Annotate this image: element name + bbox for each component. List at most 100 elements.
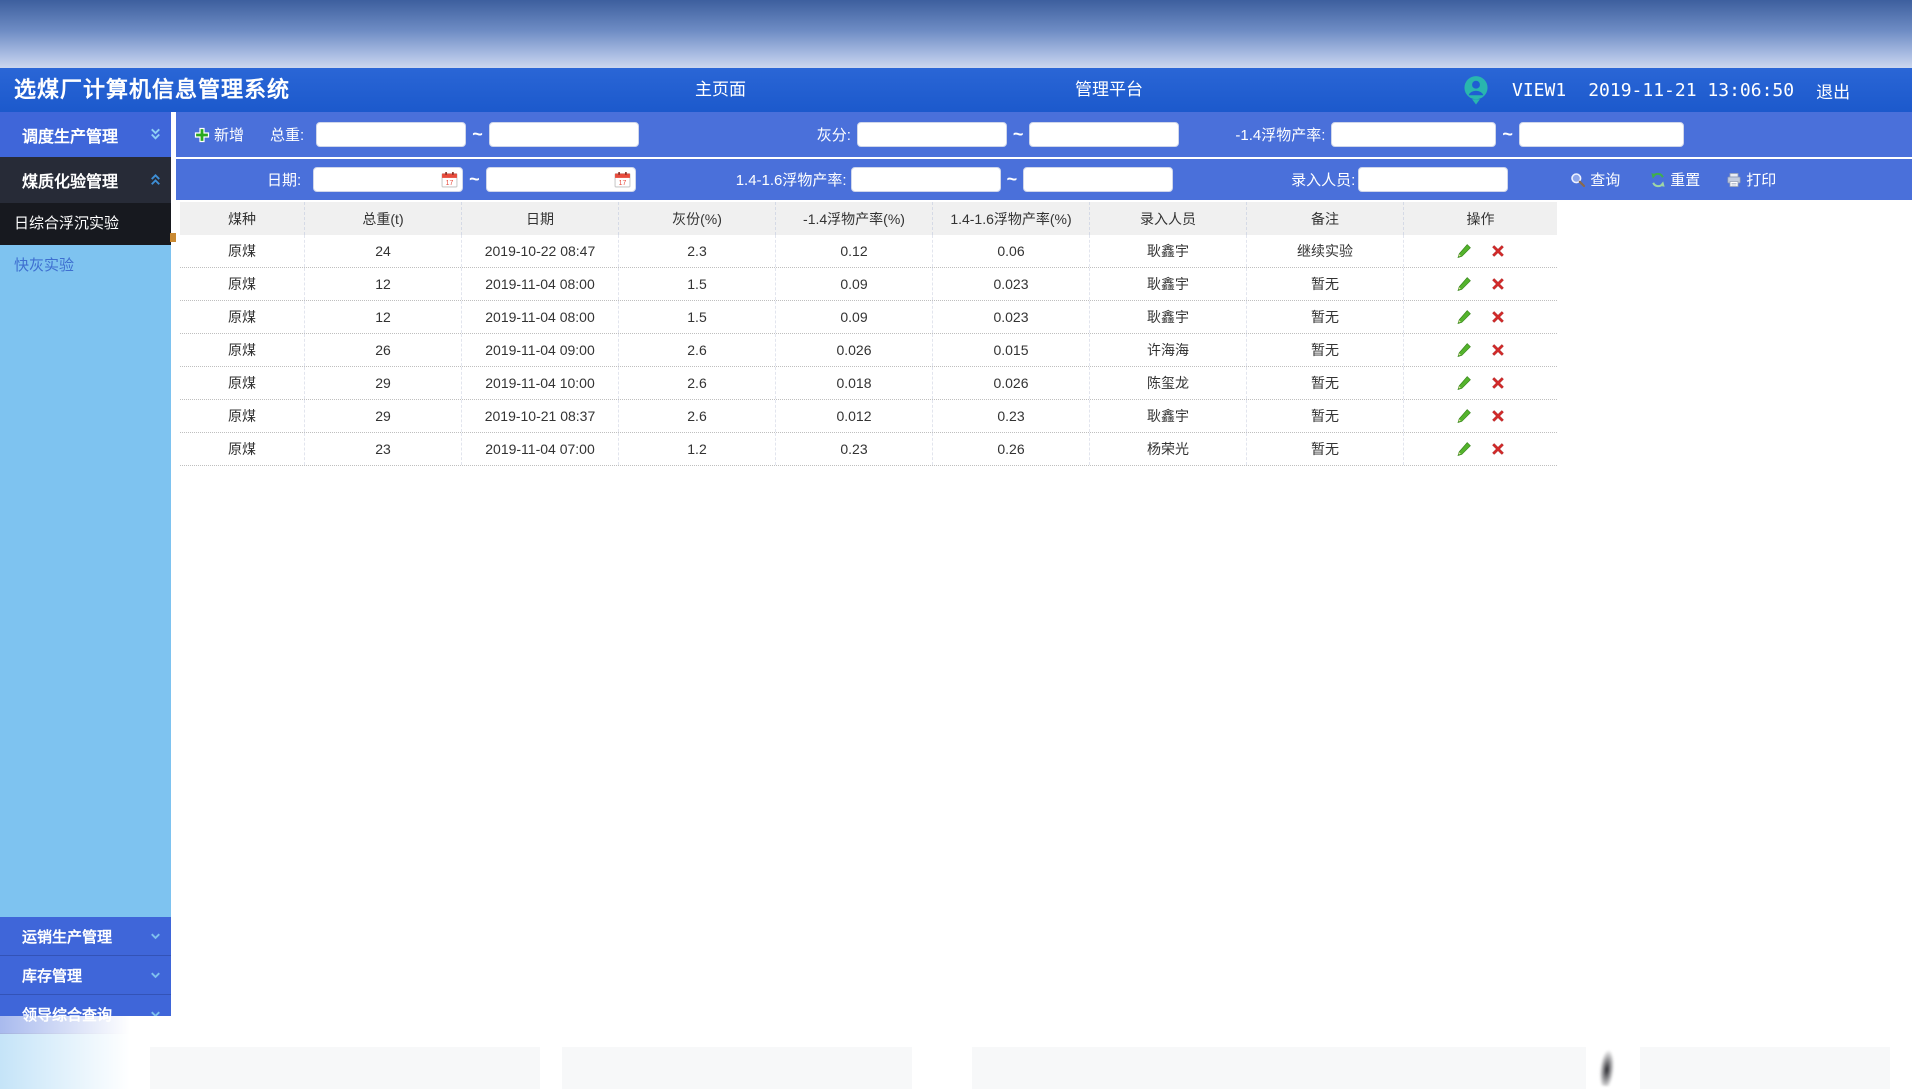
nav-admin-platform[interactable]: 管理平台 [1075, 68, 1143, 112]
sidebar-group-sales[interactable]: 运销生产管理 [0, 917, 171, 956]
column-header: 日期 [462, 202, 619, 235]
header-datetime: 2019-11-21 13:06:50 [1588, 80, 1794, 101]
cell-date: 2019-11-04 08:00 [462, 301, 619, 333]
ash-min-input[interactable] [857, 122, 1007, 147]
cell-ash: 1.2 [619, 433, 776, 465]
edit-pencil-icon[interactable] [1456, 309, 1472, 325]
cell-float_14: 0.018 [776, 367, 933, 399]
cell-coal_type: 原煤 [180, 334, 305, 366]
column-header: 1.4-1.6浮物产率(%) [933, 202, 1090, 235]
sidebar-group-label: 调度生产管理 [22, 123, 118, 147]
delete-x-icon[interactable] [1490, 309, 1506, 325]
cell-total_weight: 29 [305, 400, 462, 432]
user-name: VIEW1 [1512, 80, 1566, 101]
add-button-label: 新增 [214, 124, 244, 145]
cell-float_1416: 0.26 [933, 433, 1090, 465]
delete-x-icon[interactable] [1490, 375, 1506, 391]
cell-float_1416: 0.023 [933, 268, 1090, 300]
cell-coal_type: 原煤 [180, 268, 305, 300]
column-header: 总重(t) [305, 202, 462, 235]
table-row: 原煤232019-11-04 07:001.20.230.26杨荣光暂无 [180, 433, 1557, 466]
ash-max-input[interactable] [1029, 122, 1179, 147]
column-header: 操作 [1404, 202, 1557, 235]
cell-coal_type: 原煤 [180, 433, 305, 465]
float1416-max-input[interactable] [1023, 167, 1173, 192]
edit-pencil-icon[interactable] [1456, 441, 1472, 457]
search-button-label: 查询 [1590, 169, 1620, 190]
cell-actions [1404, 334, 1557, 366]
cell-coal_type: 原煤 [180, 367, 305, 399]
cell-operator: 耿鑫宇 [1090, 235, 1247, 267]
float14-max-input[interactable] [1519, 122, 1684, 147]
cell-total_weight: 24 [305, 235, 462, 267]
delete-x-icon[interactable] [1490, 441, 1506, 457]
sidebar-group-coal-quality[interactable]: 煤质化验管理 [0, 157, 171, 203]
reset-button[interactable]: 重置 [1650, 169, 1700, 190]
search-button[interactable]: 查询 [1570, 169, 1620, 190]
filter-panel: 新增 总重: ~ 灰分: ~ -1.4浮物产率: ~ 日期: 17 ~ [176, 112, 1912, 200]
user-avatar-icon [1462, 75, 1490, 105]
sidebar-group-label: 运销生产管理 [22, 926, 112, 947]
operator-input[interactable] [1358, 167, 1508, 192]
delete-x-icon[interactable] [1490, 342, 1506, 358]
cell-ash: 2.6 [619, 334, 776, 366]
chevron-down-icon [148, 968, 163, 983]
cell-ash: 2.3 [619, 235, 776, 267]
edit-pencil-icon[interactable] [1456, 408, 1472, 424]
cell-float_14: 0.012 [776, 400, 933, 432]
cell-remark: 暂无 [1247, 367, 1404, 399]
cell-float_14: 0.09 [776, 268, 933, 300]
sidebar-item-fast-ash-test[interactable]: 快灰实验 [0, 245, 171, 287]
band-artifact [1640, 1047, 1890, 1089]
add-button[interactable]: 新增 [194, 124, 244, 145]
delete-x-icon[interactable] [1490, 243, 1506, 259]
cell-operator: 杨荣光 [1090, 433, 1247, 465]
operator-label: 录入人员: [1291, 169, 1355, 190]
sidebar-item-daily-float-sink-test[interactable]: 日综合浮沉实验 [0, 203, 171, 245]
cell-operator: 许海海 [1090, 334, 1247, 366]
cell-actions [1404, 367, 1557, 399]
cell-remark: 暂无 [1247, 268, 1404, 300]
sidebar-group-dispatch[interactable]: 调度生产管理 [0, 112, 171, 157]
date-label: 日期: [267, 169, 301, 190]
cell-remark: 暂无 [1247, 334, 1404, 366]
cell-actions [1404, 433, 1557, 465]
delete-x-icon[interactable] [1490, 276, 1506, 292]
table-header-row: 煤种总重(t)日期灰份(%)-1.4浮物产率(%)1.4-1.6浮物产率(%)录… [180, 202, 1557, 235]
print-button[interactable]: 打印 [1726, 169, 1776, 190]
nav-main-page[interactable]: 主页面 [695, 68, 746, 112]
cell-date: 2019-10-22 08:47 [462, 235, 619, 267]
cell-remark: 暂无 [1247, 400, 1404, 432]
calendar-icon[interactable]: 17 [441, 171, 458, 188]
logout-button[interactable]: 退出 [1816, 78, 1850, 103]
sidebar-group-label: 煤质化验管理 [22, 168, 118, 192]
weight-min-input[interactable] [316, 122, 466, 147]
edit-pencil-icon[interactable] [1456, 276, 1472, 292]
sidebar-group-label: 库存管理 [22, 965, 82, 986]
weight-max-input[interactable] [489, 122, 639, 147]
bottom-white-overlay [0, 1016, 1912, 1089]
chevron-double-up-icon [148, 173, 163, 188]
float1416-min-input[interactable] [851, 167, 1001, 192]
cell-ash: 1.5 [619, 268, 776, 300]
edit-pencil-icon[interactable] [1456, 342, 1472, 358]
sidebar-group-inventory[interactable]: 库存管理 [0, 956, 171, 995]
delete-x-icon[interactable] [1490, 408, 1506, 424]
cell-coal_type: 原煤 [180, 235, 305, 267]
table-row: 原煤122019-11-04 08:001.50.090.023耿鑫宇暂无 [180, 301, 1557, 334]
filter-row-1: 新增 总重: ~ 灰分: ~ -1.4浮物产率: ~ [176, 112, 1912, 157]
band-artifact [150, 1047, 540, 1089]
chevron-double-down-icon [148, 127, 163, 142]
cell-coal_type: 原煤 [180, 400, 305, 432]
svg-text:17: 17 [446, 180, 454, 187]
printer-icon [1726, 172, 1742, 188]
edit-pencil-icon[interactable] [1456, 375, 1472, 391]
float14-min-input[interactable] [1331, 122, 1496, 147]
cell-actions [1404, 400, 1557, 432]
edit-pencil-icon[interactable] [1456, 243, 1472, 259]
filter-row-2: 日期: 17 ~ 17 1.4-1.6浮物产率: ~ [176, 159, 1912, 200]
column-header: 录入人员 [1090, 202, 1247, 235]
print-button-label: 打印 [1746, 169, 1776, 190]
active-item-marker [170, 233, 176, 242]
calendar-icon[interactable]: 17 [614, 171, 631, 188]
